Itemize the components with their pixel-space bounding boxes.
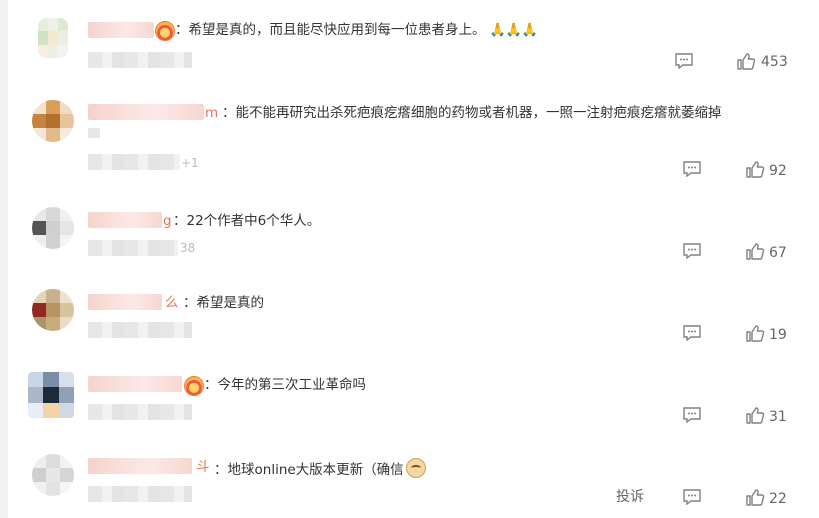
user-avatar-4[interactable]	[32, 289, 74, 331]
username-blurred[interactable]	[88, 104, 204, 120]
username-suffix[interactable]: 斗	[196, 458, 210, 476]
like-count: 453	[761, 54, 788, 70]
vip-crown-icon	[184, 376, 204, 396]
username-blurred[interactable]	[88, 22, 154, 38]
user-avatar-3[interactable]	[32, 207, 74, 249]
left-edge-bar	[0, 0, 8, 518]
user-avatar-2[interactable]	[32, 100, 74, 142]
comment-meta-blurred	[88, 154, 180, 170]
pray-emoji-icon: 🙏🙏🙏	[489, 23, 539, 38]
comment-text: ：22个作者中6个华人。	[173, 213, 321, 229]
comment-text: ：能不能再研究出杀死疤痕疙瘩细胞的药物或者机器，一照一注射疤痕疙瘩就萎缩掉	[222, 105, 722, 121]
username-suffix[interactable]: 么	[165, 294, 179, 312]
comment-meta-blurred	[88, 486, 192, 502]
like-count: 19	[769, 327, 787, 343]
vip-crown-icon	[155, 21, 175, 41]
comment-text: ：今年的第三次工业革命吗	[204, 377, 366, 393]
comment-reply-icon[interactable]	[682, 242, 702, 260]
like-count: 31	[769, 409, 787, 425]
user-avatar-6[interactable]	[32, 454, 74, 496]
report-button[interactable]: 投诉	[616, 488, 644, 506]
username-suffix[interactable]: m	[205, 104, 218, 122]
comment-meta-tail: 38	[180, 241, 196, 255]
thumbs-up-icon[interactable]	[745, 324, 765, 343]
thumbs-up-icon[interactable]	[736, 52, 756, 71]
comment-meta-blurred	[88, 322, 192, 338]
thumbs-up-icon[interactable]	[745, 406, 765, 425]
comment-reply-icon[interactable]	[682, 324, 702, 342]
comment-reply-icon[interactable]	[682, 160, 702, 178]
doge-emoji-icon	[405, 458, 426, 478]
comment-reply-icon[interactable]	[674, 52, 694, 70]
comment-text: ：地球online大版本更新（确信	[214, 458, 426, 479]
username-blurred[interactable]	[88, 212, 162, 228]
comment-meta-tail: +1	[181, 156, 199, 170]
thumbs-up-icon[interactable]	[745, 242, 765, 261]
username-blurred[interactable]	[88, 294, 162, 310]
comment-meta-blurred	[88, 404, 192, 420]
comment-meta-blurred	[88, 128, 100, 138]
like-count: 22	[769, 491, 787, 507]
comment-reply-icon[interactable]	[682, 406, 702, 424]
like-count: 67	[769, 245, 787, 261]
like-count: 92	[769, 163, 787, 179]
username-blurred[interactable]	[88, 376, 182, 392]
username-blurred[interactable]	[88, 458, 192, 474]
comment-text: ：希望是真的	[183, 295, 264, 311]
comment-text: ：希望是真的，而且能尽快应用到每一位患者身上。 🙏🙏🙏	[175, 22, 539, 38]
thumbs-up-icon[interactable]	[745, 488, 765, 507]
comment-meta-blurred	[88, 240, 178, 256]
user-avatar-5[interactable]	[28, 372, 74, 418]
username-suffix[interactable]: g	[163, 212, 172, 230]
comment-reply-icon[interactable]	[682, 488, 702, 506]
thumbs-up-icon[interactable]	[745, 160, 765, 179]
user-avatar-1[interactable]	[38, 18, 68, 58]
comment-meta-blurred	[88, 52, 192, 68]
